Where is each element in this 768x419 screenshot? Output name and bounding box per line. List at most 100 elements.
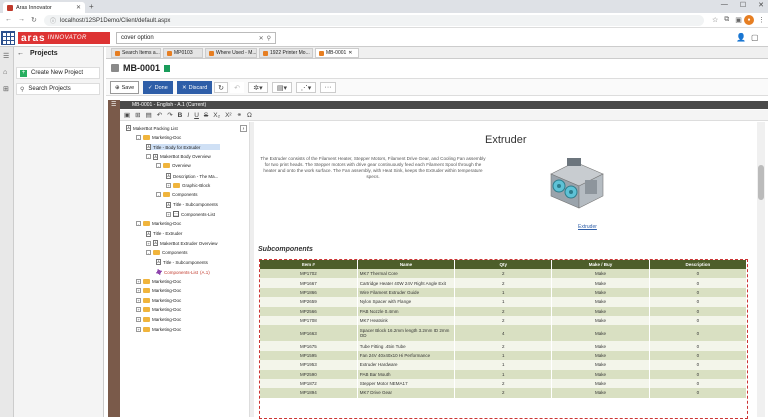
table-row[interactable]: MP2590 PAB Bar Mouth 1 Make 0: [260, 369, 747, 379]
collapse-node-icon[interactable]: -: [156, 163, 161, 169]
close-window-icon[interactable]: ✕: [758, 1, 764, 9]
search-icon[interactable]: ⚲: [267, 35, 271, 42]
special-char-icon[interactable]: Ω: [247, 112, 252, 119]
collapse-nav-icon[interactable]: ☰: [3, 52, 11, 60]
tree-node[interactable]: - Components: [156, 192, 198, 198]
tree-view-icon[interactable]: ⊞: [3, 85, 11, 93]
table-row[interactable]: MP1675 Tube Fitting .45in Tube 2 Make 0: [260, 341, 747, 351]
expand-node-icon[interactable]: +: [136, 288, 141, 294]
tree-node[interactable]: A Description - The Ma...: [166, 173, 218, 179]
search-input[interactable]: cover option ✕ ⚲: [116, 32, 276, 44]
table-row[interactable]: MP1595 Fan 24V 40x40x10 Hi Performance 1 Ma…: [260, 350, 747, 361]
profile-avatar[interactable]: ●: [744, 15, 754, 25]
tree-node[interactable]: - Marketing-Doc: [136, 221, 181, 226]
waffle-menu-icon[interactable]: [1, 31, 15, 45]
maximize-icon[interactable]: ☐: [740, 1, 746, 9]
table-row[interactable]: MP1667 Cartridge Heater 40W 24V Right Ang…: [260, 278, 747, 288]
tab-printer-model[interactable]: 1922 Printer Mo...: [259, 48, 313, 58]
scrollbar-thumb[interactable]: [758, 165, 764, 200]
flag-icon[interactable]: [164, 64, 171, 72]
table-row[interactable]: MP1702 MK7 Thermal Core 2 Make 0: [260, 269, 747, 279]
table-row[interactable]: MP1663 Spacer Block 16.2mm length 3.2mm I…: [260, 325, 747, 342]
search-projects-button[interactable]: ⚲ Search Projects: [16, 83, 100, 95]
collapse-node-icon[interactable]: -: [146, 154, 151, 160]
clipboard-icon[interactable]: ▤▾: [272, 82, 292, 93]
redo-icon[interactable]: ↷: [167, 111, 172, 119]
browser-tab[interactable]: Aras Innovator ✕: [3, 2, 85, 13]
expand-node-icon[interactable]: +: [136, 317, 141, 322]
table-row[interactable]: MP1872 Stepper Motor NEMA17 2 Make 0: [260, 378, 747, 389]
superscript-icon[interactable]: X²: [225, 112, 232, 119]
tree-node[interactable]: + A MakerBot Extruder Overview: [146, 240, 218, 247]
table-row[interactable]: MP1708 MK7 Heatsink 2 Make 0: [260, 315, 747, 326]
discard-button[interactable]: ✕ Discard: [177, 81, 213, 94]
table-row[interactable]: MP1953 Extruder Hardware 1 Make 0: [260, 360, 747, 370]
underline-icon[interactable]: U: [194, 112, 199, 119]
tree-node[interactable]: A Title - Subcomponents: [156, 259, 208, 266]
save-doc-icon[interactable]: ▣: [124, 111, 130, 119]
tree-node[interactable]: + Marketing-Doc: [136, 317, 181, 322]
collapse-node-icon[interactable]: -: [136, 221, 141, 226]
subscript-icon[interactable]: X₂: [213, 112, 220, 119]
collapse-tree-icon[interactable]: ›: [240, 125, 247, 132]
refresh-icon[interactable]: ↻: [214, 82, 228, 93]
tab-mb-0001[interactable]: MB-0001 ✕: [315, 48, 359, 58]
table-row[interactable]: MP2566 PAB Nozzle 0.4mm 2 Make 0: [260, 306, 747, 316]
bold-icon[interactable]: B: [178, 112, 183, 119]
expand-node-icon[interactable]: +: [136, 307, 141, 313]
table-row[interactable]: MP2659 Nylon Spacer with Flange 1 Make 0: [260, 297, 747, 307]
browser-menu-icon[interactable]: ⋮: [758, 16, 765, 24]
image-caption-link[interactable]: Extruder: [578, 224, 597, 230]
user-menu-icon[interactable]: ▢: [751, 33, 759, 42]
tree-node[interactable]: + Marketing-Doc: [136, 297, 181, 303]
undo-icon[interactable]: ↶: [157, 111, 162, 119]
lifecycle-icon[interactable]: ✲▾: [248, 82, 268, 93]
extension-icon[interactable]: ⧉: [724, 16, 729, 24]
undo-icon[interactable]: ↶: [230, 82, 244, 93]
tree-node[interactable]: A Title - Subcomponents: [166, 201, 218, 208]
expand-node-icon[interactable]: +: [146, 240, 151, 246]
strikethrough-icon[interactable]: S: [204, 112, 208, 119]
forward-icon[interactable]: →: [18, 16, 25, 23]
tree-node[interactable]: - Marketing-Doc: [136, 134, 181, 140]
tab-search-items[interactable]: Search Items a...: [111, 48, 161, 58]
expand-node-icon[interactable]: +: [166, 182, 171, 188]
tab-where-used[interactable]: Where Used - M...: [205, 48, 257, 58]
editor-menu-icon[interactable]: ☰: [111, 101, 116, 108]
expand-node-icon[interactable]: +: [136, 297, 141, 303]
clear-search-icon[interactable]: ✕: [259, 35, 264, 42]
tree-node[interactable]: - A MakerBot Body Overview: [146, 153, 211, 160]
italic-icon[interactable]: I: [187, 112, 189, 119]
collapse-node-icon[interactable]: -: [146, 249, 151, 255]
back-icon[interactable]: ←: [5, 16, 12, 23]
minimize-icon[interactable]: —: [721, 1, 728, 9]
reload-icon[interactable]: ↻: [31, 16, 37, 24]
tree-node[interactable]: + Graphic-Block: [166, 182, 210, 188]
table-row[interactable]: MP1866 Wire Filament Extruder Guide 1 Make 0: [260, 287, 747, 298]
pin-icon[interactable]: ⌂: [3, 69, 11, 77]
back-arrow-icon[interactable]: ←: [17, 50, 24, 57]
close-tab-icon[interactable]: ✕: [76, 4, 81, 11]
new-tab-icon[interactable]: +: [89, 2, 94, 11]
tree-node[interactable]: Components-List (A.1): [156, 269, 210, 275]
tree-node[interactable]: - Components: [146, 249, 188, 255]
tree-node[interactable]: A MakerBot Packing List: [126, 125, 178, 131]
table-icon[interactable]: ⊞: [135, 111, 140, 119]
tree-node[interactable]: A Title - Body for Extruder: [146, 144, 221, 151]
bookmark-star-icon[interactable]: ☆: [712, 16, 718, 24]
tree-node[interactable]: + Marketing-Doc: [136, 307, 181, 313]
expand-node-icon[interactable]: +: [166, 211, 171, 217]
table-row[interactable]: MP1894 MK7 Drive Gear 2 Make 0: [260, 388, 747, 398]
tree-node[interactable]: + Marketing-Doc: [136, 278, 181, 284]
tree-node[interactable]: + Marketing-Doc: [136, 326, 181, 332]
collapse-node-icon[interactable]: -: [156, 192, 161, 198]
save-button[interactable]: ⊕ Save: [110, 81, 140, 94]
create-new-project-button[interactable]: + Create New Project: [16, 67, 100, 79]
expand-node-icon[interactable]: +: [136, 278, 141, 284]
done-button[interactable]: ✓ Done: [143, 81, 173, 94]
share-icon[interactable]: ⋰▾: [296, 82, 316, 93]
user-icon[interactable]: 👤: [736, 33, 746, 42]
tree-node[interactable]: A Title - Extruder: [146, 230, 182, 237]
tree-node[interactable]: - Overview: [156, 163, 191, 169]
more-icon[interactable]: ···: [320, 82, 336, 93]
